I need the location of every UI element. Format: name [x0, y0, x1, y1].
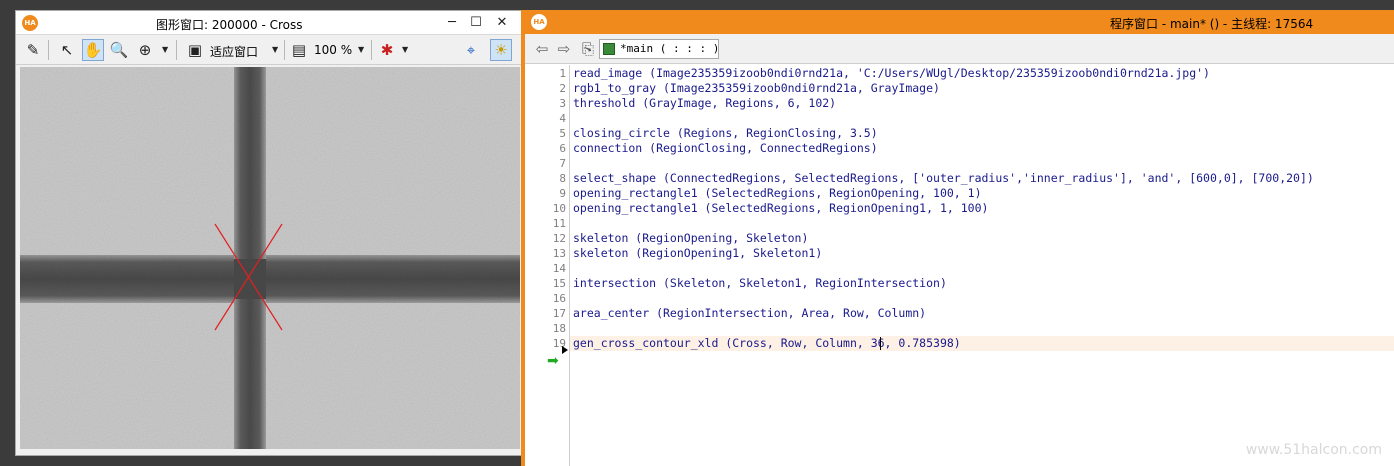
crosshair-icon[interactable]: ⌖	[460, 39, 482, 61]
image-zoom-icon[interactable]: ▤	[288, 39, 310, 61]
magnifier-icon[interactable]: 🔍	[108, 39, 130, 61]
graphics-window-toolbar: ✎ ↖ ✋ 🔍 ⊕ ▼ ▣ 适应窗口 ▼ ▤ 100 % ▼ ✱ ▼ ⌖ ☀	[16, 35, 522, 65]
line-number[interactable]: 9	[536, 186, 566, 201]
code-line[interactable]: rgb1_to_gray (Image235359izoob0ndi0rnd21…	[573, 81, 940, 96]
minimize-button[interactable]: ─	[442, 14, 462, 32]
code-editor[interactable]: 1 2 3 4 5 6 7 8 9 10 11 12 13 14 15 16 17 18 19 read_image…	[525, 65, 1394, 466]
code-line[interactable]: skeleton (RegionOpening, Skeleton)	[573, 231, 808, 246]
line-number[interactable]: 5	[536, 126, 566, 141]
code-line[interactable]: gen_cross_contour_xld (Cross, Row, Colum…	[573, 336, 961, 351]
code-line[interactable]: intersection (Skeleton, Skeleton1, Regio…	[573, 276, 947, 291]
toolbar-separator	[48, 40, 49, 60]
grayscale-image	[20, 67, 520, 449]
code-line[interactable]: skeleton (RegionOpening1, Skeleton1)	[573, 246, 822, 261]
graphics-window-title: 图形窗口: 200000 - Cross	[156, 18, 303, 32]
toolbar-separator	[371, 40, 372, 60]
procedure-icon[interactable]: ⎘	[577, 38, 599, 60]
line-number[interactable]: 18	[536, 321, 566, 336]
code-line[interactable]: read_image (Image235359izoob0ndi0rnd21a,…	[573, 66, 1210, 81]
line-number[interactable]: 11	[536, 216, 566, 231]
zoom-percent-label[interactable]: 100 %	[314, 43, 352, 57]
fit-window-label[interactable]: 适应窗口	[210, 43, 258, 60]
code-line[interactable]: closing_circle (Regions, RegionClosing, …	[573, 126, 878, 141]
toolbar-separator	[176, 40, 177, 60]
line-number[interactable]: 2	[536, 81, 566, 96]
zoom-percent-chevron-icon[interactable]: ▼	[358, 45, 364, 54]
line-number[interactable]: 16	[536, 291, 566, 306]
code-line[interactable]: opening_rectangle1 (SelectedRegions, Reg…	[573, 201, 988, 216]
line-number[interactable]: 17	[536, 306, 566, 321]
line-number[interactable]: 8	[536, 171, 566, 186]
close-button[interactable]: ✕	[492, 14, 512, 32]
fit-window-chevron-icon[interactable]: ▼	[272, 45, 278, 54]
line-number[interactable]: 10	[536, 201, 566, 216]
back-arrow-icon[interactable]: ⇦	[531, 38, 553, 60]
line-number[interactable]: 12	[536, 231, 566, 246]
line-number[interactable]: 3	[536, 96, 566, 111]
pen-icon[interactable]: ✎	[22, 39, 44, 61]
text-caret	[880, 337, 881, 350]
image-display-svg	[20, 67, 520, 449]
graphics-window: HA 图形窗口: 200000 - Cross ─ ☐ ✕ ✎ ↖ ✋ 🔍 ⊕ …	[15, 10, 523, 456]
graphics-window-titlebar[interactable]: HA 图形窗口: 200000 - Cross ─ ☐ ✕	[16, 11, 522, 35]
maximize-button[interactable]: ☐	[466, 14, 486, 32]
insertion-cursor-marker-icon	[562, 346, 568, 354]
pointer-icon[interactable]: ↖	[56, 39, 78, 61]
toolbar-separator	[284, 40, 285, 60]
hand-pan-icon[interactable]: ✋	[82, 39, 104, 61]
line-number[interactable]: 13	[536, 246, 566, 261]
line-number[interactable]: 14	[536, 261, 566, 276]
procedure-selector[interactable]: *main ( : : : )	[599, 39, 719, 59]
program-window-toolbar: ⇦ ⇨ ⎘ *main ( : : : )	[525, 34, 1394, 64]
procedure-green-icon	[603, 43, 615, 55]
program-window: HA 程序窗口 - main* () - 主线程: 17564 ⇦ ⇨ ⎘ *m…	[521, 10, 1394, 466]
halcon-logo-icon: HA	[22, 15, 38, 31]
fit-window-icon[interactable]: ▣	[184, 39, 206, 61]
code-line[interactable]: area_center (RegionIntersection, Area, R…	[573, 306, 926, 321]
program-counter-arrow-icon: ➡	[547, 353, 559, 369]
line-number[interactable]: 4	[536, 111, 566, 126]
bulb-icon[interactable]: ☀	[490, 39, 512, 61]
line-number[interactable]: 1	[536, 66, 566, 81]
code-line[interactable]: connection (RegionClosing, ConnectedRegi…	[573, 141, 878, 156]
color-brush-icon[interactable]: ✱	[376, 39, 398, 61]
procedure-name: *main ( : : : )	[620, 42, 720, 55]
color-chevron-icon[interactable]: ▼	[402, 45, 408, 54]
watermark: www.51halcon.com	[1245, 442, 1382, 458]
program-window-title: 程序窗口 - main* () - 主线程: 17564	[1110, 17, 1314, 31]
line-number-gutter[interactable]: 1 2 3 4 5 6 7 8 9 10 11 12 13 14 15 16 17 18 19	[525, 65, 570, 466]
code-line[interactable]: select_shape (ConnectedRegions, Selected…	[573, 171, 1314, 186]
code-line[interactable]: opening_rectangle1 (SelectedRegions, Reg…	[573, 186, 982, 201]
zoom-dropdown-chevron-icon[interactable]: ▼	[162, 45, 168, 54]
zoom-in-icon[interactable]: ⊕	[134, 39, 156, 61]
line-number[interactable]: 15	[536, 276, 566, 291]
code-line[interactable]: threshold (GrayImage, Regions, 6, 102)	[573, 96, 836, 111]
line-number[interactable]: 6	[536, 141, 566, 156]
program-window-titlebar[interactable]: HA 程序窗口 - main* () - 主线程: 17564	[525, 10, 1394, 34]
line-number[interactable]: 7	[536, 156, 566, 171]
forward-arrow-icon[interactable]: ⇨	[553, 38, 575, 60]
halcon-logo-icon: HA	[531, 14, 547, 30]
image-display-canvas[interactable]	[20, 67, 520, 449]
